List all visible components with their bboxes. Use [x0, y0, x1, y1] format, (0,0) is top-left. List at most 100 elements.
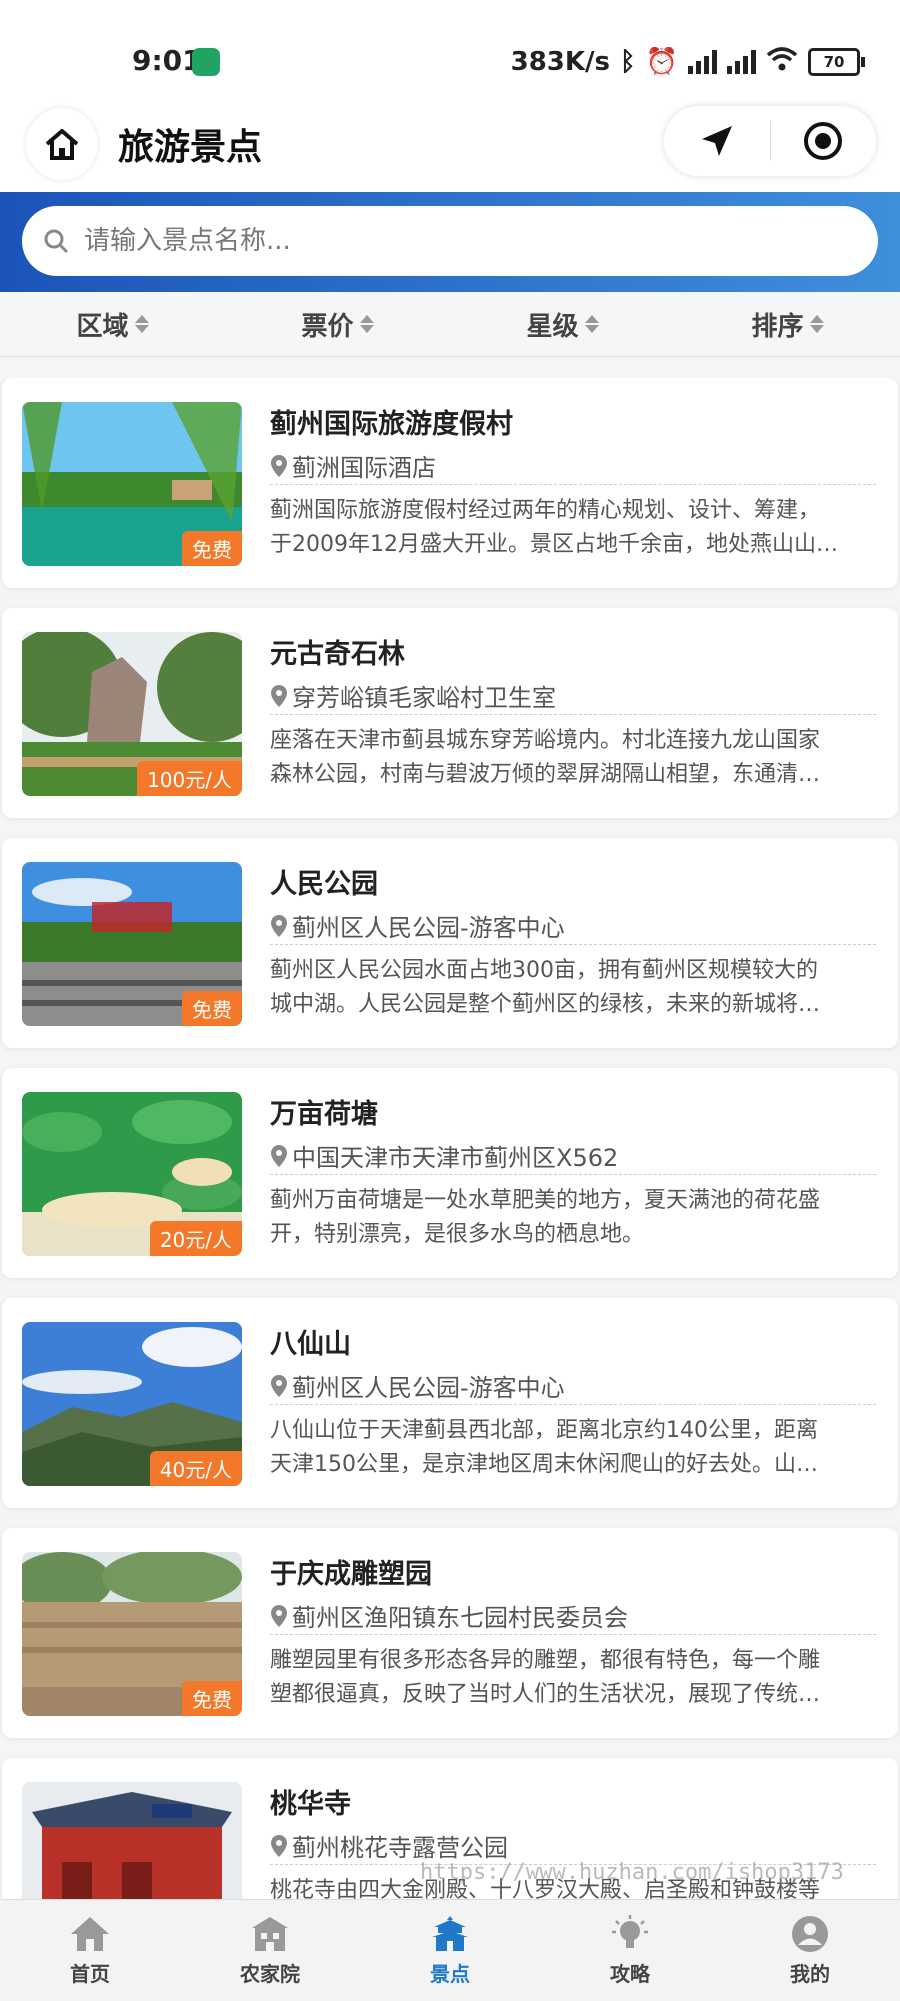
- filter-sort[interactable]: 排序: [675, 292, 900, 356]
- spot-card[interactable]: 40元/人 八仙山 蓟州区人民公园-游客中心 八仙山位于天津蓟县西北部，距离北京…: [2, 1298, 898, 1508]
- spot-thumbnail: 40元/人: [22, 1322, 242, 1486]
- search-input[interactable]: [82, 225, 846, 257]
- description-line: 城中湖。人民公园是整个蓟州区的绿核，未来的新城将…: [270, 992, 821, 1017]
- spot-description: 座落在天津市蓟县城东穿芳峪境内。村北连接九龙山国家 森林公园，村南与碧波万倾的翠…: [270, 724, 876, 792]
- status-bar: 9:01 383K/s ᛒ ⏰ 70: [0, 0, 900, 100]
- search-icon: [44, 229, 69, 254]
- spot-name: 元古奇石林: [270, 639, 405, 670]
- filter-label: 排序: [751, 311, 804, 342]
- description-line: 森林公园，村南与碧波万倾的翠屏湖隔山相望，东通清…: [270, 762, 821, 787]
- description-line: 塑都很逼真，反映了当时人们的生活状况，展现了传统…: [270, 1682, 821, 1707]
- spot-name: 八仙山: [270, 1329, 351, 1360]
- temple-icon: [432, 1916, 468, 1951]
- tab-mine[interactable]: 我的: [720, 1900, 900, 2001]
- map-pin-icon: [271, 1834, 287, 1857]
- filter-label: 星级: [526, 311, 579, 342]
- mini-program-capsule: [664, 106, 876, 176]
- signal-icon: [688, 50, 717, 74]
- description-line: 座落在天津市蓟县城东穿芳峪境内。村北连接九龙山国家: [270, 728, 821, 753]
- location-text: 蓟洲国际酒店: [292, 454, 436, 482]
- sort-arrows-icon: [809, 315, 824, 333]
- spot-location: 中国天津市天津市蓟州区X562: [270, 1138, 618, 1173]
- price-tag: 40元/人: [149, 1451, 242, 1486]
- spot-thumbnail: 免费: [22, 402, 242, 566]
- navigation-arrow-icon: [701, 126, 732, 156]
- spot-name: 桃华寺: [270, 1789, 351, 1820]
- tab-farmhouse[interactable]: 农家院: [180, 1900, 360, 2001]
- filter-price[interactable]: 票价: [225, 292, 450, 356]
- close-miniprogram-button[interactable]: [771, 106, 877, 176]
- tab-home[interactable]: 首页: [0, 1900, 180, 2001]
- user-icon: [792, 1916, 828, 1952]
- spot-location: 蓟州桃花寺露营公园: [270, 1828, 508, 1863]
- spot-location: 蓟州区人民公园-游客中心: [270, 908, 565, 943]
- map-pin-icon: [271, 914, 287, 937]
- wifi-icon: [766, 46, 798, 79]
- status-indicators: 383K/s ᛒ ⏰ 70: [510, 44, 865, 80]
- farmhouse-icon: [252, 1917, 288, 1951]
- tab-scenic-spots[interactable]: 景点: [360, 1900, 540, 2001]
- price-tag: 100元/人: [137, 761, 242, 796]
- map-pin-icon: [271, 684, 287, 707]
- location-text: 蓟州区人民公园-游客中心: [292, 914, 565, 942]
- tab-label: 农家院: [240, 1962, 300, 1986]
- signal-icon-2: [727, 50, 756, 74]
- description-line: 雕塑园里有很多形态各异的雕塑，都很有特色，每一个雕: [270, 1648, 821, 1673]
- sort-arrows-icon: [134, 315, 149, 333]
- divider: [270, 484, 876, 485]
- divider: [270, 1634, 876, 1635]
- location-text: 穿芳峪镇毛家峪村卫生室: [292, 684, 556, 712]
- spot-description: 蓟洲国际旅游度假村经过两年的精心规划、设计、筹建， 于2009年12月盛大开业。…: [270, 494, 876, 562]
- location-text: 蓟州区渔阳镇东七园村民委员会: [292, 1604, 628, 1632]
- spot-list: 免费 蓟州国际旅游度假村 蓟洲国际酒店 蓟洲国际旅游度假村经过两年的精心规划、设…: [0, 378, 900, 1900]
- spot-card[interactable]: 20元/人 万亩荷塘 中国天津市天津市蓟州区X562 蓟州万亩荷塘是一处水草肥美…: [2, 1068, 898, 1278]
- spot-card[interactable]: 免费 人民公园 蓟州区人民公园-游客中心 蓟州区人民公园水面占地300亩，拥有蓟…: [2, 838, 898, 1048]
- filter-region[interactable]: 区域: [0, 292, 225, 356]
- spot-card[interactable]: 100元/人 元古奇石林 穿芳峪镇毛家峪村卫生室 座落在天津市蓟县城东穿芳峪境内…: [2, 608, 898, 818]
- spot-name: 人民公园: [270, 869, 378, 900]
- location-text: 蓟州区人民公园-游客中心: [292, 1374, 565, 1402]
- filter-star[interactable]: 星级: [450, 292, 675, 356]
- alarm-icon: ⏰: [645, 47, 678, 77]
- description-line: 蓟州区人民公园水面占地300亩，拥有蓟州区规模较大的: [270, 958, 818, 983]
- spot-thumbnail: 免费: [22, 862, 242, 1026]
- filter-label: 区域: [76, 311, 129, 342]
- bottom-tab-bar: 首页 农家院 景点 攻略 我的: [0, 1899, 900, 2001]
- map-pin-icon: [271, 1604, 287, 1627]
- battery-icon: 70: [808, 48, 865, 76]
- spot-location: 蓟州区人民公园-游客中心: [270, 1368, 565, 1403]
- divider: [270, 944, 876, 945]
- price-tag: 免费: [182, 531, 242, 566]
- spot-card[interactable]: 免费 于庆成雕塑园 蓟州区渔阳镇东七园村民委员会 雕塑园里有很多形态各异的雕塑，…: [2, 1528, 898, 1738]
- bluetooth-icon: ᛒ: [620, 47, 636, 77]
- network-speed: 383K/s: [510, 47, 611, 77]
- spot-name: 于庆成雕塑园: [270, 1559, 432, 1590]
- search-box[interactable]: [22, 206, 878, 276]
- spot-thumbnail: [22, 1782, 242, 1900]
- spot-location: 穿芳峪镇毛家峪村卫生室: [270, 678, 556, 713]
- tab-label: 景点: [430, 1962, 470, 1986]
- map-pin-icon: [271, 1374, 287, 1397]
- home-icon: [71, 1917, 109, 1951]
- spot-description: 蓟州区人民公园水面占地300亩，拥有蓟州区规模较大的 城中湖。人民公园是整个蓟州…: [270, 954, 876, 1022]
- location-text: 蓟州桃花寺露营公园: [292, 1834, 508, 1862]
- page-title: 旅游景点: [118, 127, 263, 168]
- spot-name: 蓟州国际旅游度假村: [270, 409, 513, 440]
- spot-thumbnail: 免费: [22, 1552, 242, 1716]
- map-pin-icon: [271, 454, 287, 477]
- home-button[interactable]: [26, 108, 98, 180]
- price-tag: 20元/人: [149, 1221, 242, 1256]
- spot-description: 蓟州万亩荷塘是一处水草肥美的地方，夏天满池的荷花盛 开，特别漂亮，是很多水鸟的栖…: [270, 1184, 876, 1252]
- filter-bar: 区域 票价 星级 排序: [0, 292, 900, 357]
- tab-label: 攻略: [610, 1962, 650, 1986]
- description-line: 蓟洲国际旅游度假村经过两年的精心规划、设计、筹建，: [270, 498, 821, 523]
- sort-arrows-icon: [359, 315, 374, 333]
- sort-arrows-icon: [584, 315, 599, 333]
- spot-description: 雕塑园里有很多形态各异的雕塑，都很有特色，每一个雕 塑都很逼真，反映了当时人们的…: [270, 1644, 876, 1712]
- location-button[interactable]: [664, 106, 770, 176]
- filter-label: 票价: [301, 311, 354, 342]
- spot-card[interactable]: 免费 蓟州国际旅游度假村 蓟洲国际酒店 蓟洲国际旅游度假村经过两年的精心规划、设…: [2, 378, 898, 588]
- spot-name: 万亩荷塘: [270, 1099, 378, 1130]
- tab-guides[interactable]: 攻略: [540, 1900, 720, 2001]
- description-line: 八仙山位于天津蓟县西北部，距离北京约140公里，距离: [270, 1418, 818, 1443]
